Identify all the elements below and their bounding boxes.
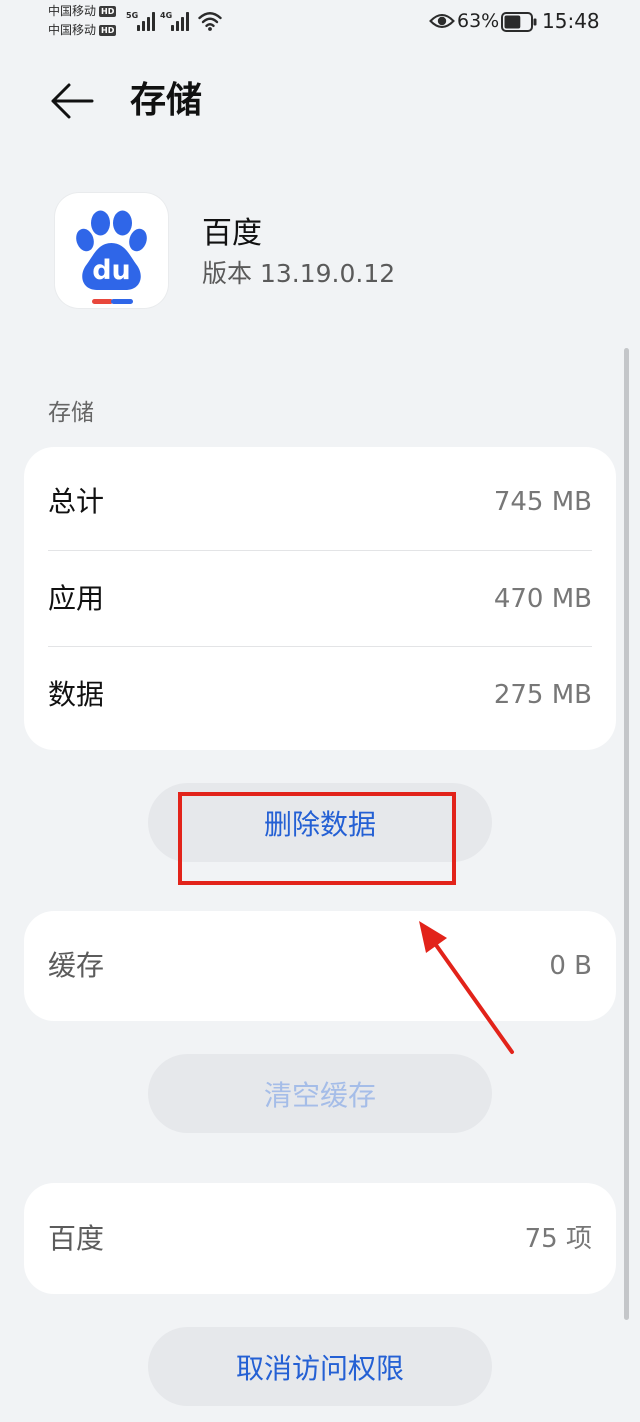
back-button[interactable] bbox=[42, 74, 100, 128]
baidu-paw-icon: du bbox=[76, 210, 147, 304]
storage-row-app: 应用 470 MB bbox=[48, 550, 592, 646]
scrollbar[interactable] bbox=[624, 348, 629, 1320]
cache-row: 缓存 0 B bbox=[48, 911, 592, 1021]
row-value: 275 MB bbox=[493, 679, 592, 710]
revoke-access-button[interactable]: 取消访问权限 bbox=[148, 1327, 492, 1406]
page-title: 存储 bbox=[130, 80, 203, 121]
carrier-sim2: 中国移动 HD bbox=[48, 23, 117, 38]
delete-data-button[interactable]: 删除数据 bbox=[148, 783, 492, 862]
signal-5g: 5G bbox=[126, 10, 158, 32]
app-version: 版本 13.19.0.12 bbox=[202, 259, 396, 288]
row-value: 0 B bbox=[549, 951, 592, 981]
storage-card: 总计 745 MB 应用 470 MB 数据 275 MB bbox=[24, 447, 616, 750]
battery-percent: 63% bbox=[457, 10, 500, 32]
row-value: 745 MB bbox=[493, 487, 592, 517]
battery-fill bbox=[504, 15, 521, 29]
signal-bars-icon bbox=[137, 12, 155, 31]
row-label: 缓存 bbox=[48, 949, 105, 982]
row-label: 百度 bbox=[48, 1221, 105, 1255]
row-label: 总计 bbox=[48, 485, 105, 518]
carrier-name: 中国移动 bbox=[48, 4, 97, 18]
clock: 15:48 bbox=[542, 9, 600, 33]
clear-cache-button[interactable]: 清空缓存 bbox=[148, 1054, 492, 1133]
storage-row-total: 总计 745 MB bbox=[48, 454, 592, 550]
signal-4g: 4G bbox=[160, 10, 192, 32]
access-card: 百度 75 项 bbox=[24, 1183, 616, 1294]
wifi-icon bbox=[198, 12, 222, 31]
logo-text: du bbox=[92, 255, 131, 286]
row-value: 75 项 bbox=[524, 1223, 592, 1254]
row-label: 应用 bbox=[48, 581, 105, 615]
back-arrow-icon bbox=[51, 83, 94, 119]
status-bar: 中国移动 HD 中国移动 HD 5G 4G 63% 15:48 bbox=[0, 0, 640, 42]
section-label-storage: 存储 bbox=[48, 400, 94, 426]
carrier-name: 中国移动 bbox=[48, 23, 97, 37]
carrier-sim1: 中国移动 HD bbox=[48, 4, 117, 19]
hd-badge: HD bbox=[99, 6, 117, 17]
row-label: 数据 bbox=[48, 677, 105, 711]
signal-bars-icon bbox=[171, 12, 189, 31]
eye-icon bbox=[429, 14, 455, 28]
access-row: 百度 75 项 bbox=[48, 1183, 592, 1294]
battery-icon bbox=[501, 12, 537, 32]
cache-card: 缓存 0 B bbox=[24, 911, 616, 1021]
storage-row-data: 数据 275 MB bbox=[48, 646, 592, 742]
app-logo: du bbox=[55, 193, 168, 308]
row-value: 470 MB bbox=[493, 583, 592, 614]
hd-badge: HD bbox=[99, 25, 117, 36]
storage-settings-screen: 中国移动 HD 中国移动 HD 5G 4G 63% 15:48 存储 du 百度… bbox=[0, 0, 640, 1422]
app-name: 百度 bbox=[202, 216, 262, 251]
